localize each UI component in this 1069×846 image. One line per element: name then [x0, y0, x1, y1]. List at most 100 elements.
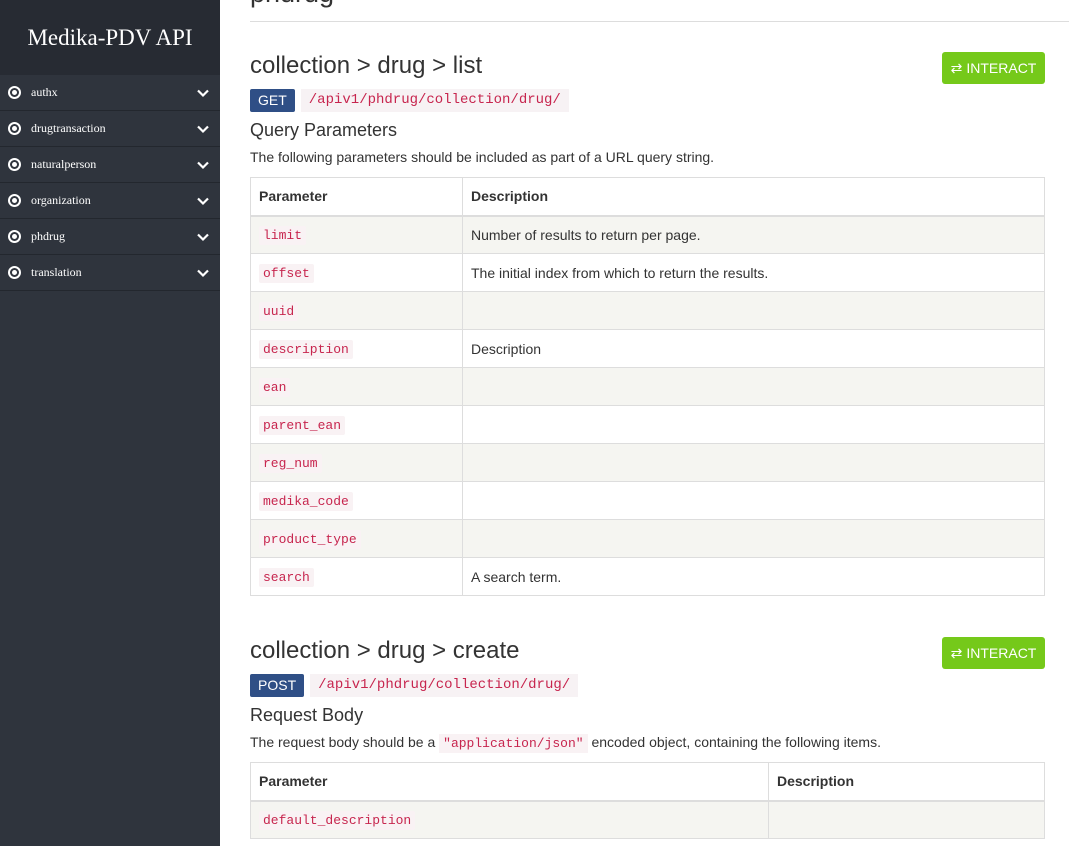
param-cell: description: [250, 329, 463, 368]
param-cell: reg_num: [250, 443, 463, 482]
endpoint-path: /apiv1/phdrug/collection/drug/: [300, 88, 569, 112]
param-name: default_description: [259, 811, 416, 831]
method-badge: POST: [250, 673, 305, 697]
table-row: product_type: [250, 519, 1045, 558]
param-description: [768, 800, 1045, 839]
param-description: The initial index from which to return t…: [462, 253, 1045, 292]
table-header-row: Parameter Description: [250, 177, 1045, 217]
param-description: [462, 519, 1045, 558]
param-name: reg_num: [259, 454, 322, 473]
table-row: limit Number of results to return per pag…: [250, 215, 1045, 254]
desc-text: encoded object, containing the following…: [591, 734, 881, 750]
sidebar-nav: authx drugtransaction naturalperson organiz…: [0, 75, 220, 291]
chevron-down-icon: [197, 233, 209, 241]
radio-icon: [8, 86, 21, 99]
method-badge: GET: [250, 88, 295, 112]
desc-text: The request body should be a: [250, 734, 436, 750]
radio-icon: [8, 230, 21, 243]
chevron-down-icon: [197, 161, 209, 169]
param-description: Number of results to return per page.: [462, 215, 1045, 254]
param-description: [462, 405, 1045, 444]
sidebar: Medika-PDV API authx drugtransaction natur…: [0, 0, 220, 846]
param-name: parent_ean: [259, 416, 346, 435]
param-description: Description: [462, 329, 1045, 368]
swap-icon: ⇄: [950, 644, 963, 661]
sidebar-item-label: authx: [31, 85, 58, 99]
param-name: medika_code: [259, 492, 353, 511]
sidebar-item-phdrug[interactable]: phdrug: [0, 219, 220, 255]
swap-icon: ⇄: [950, 59, 963, 76]
sidebar-item-label: naturalperson: [31, 157, 97, 171]
table-row: reg_num: [250, 443, 1045, 482]
param-cell: medika_code: [250, 481, 463, 520]
params-description: The request body should be a "applicatio…: [250, 732, 1045, 753]
radio-icon: [8, 194, 21, 207]
param-description: [462, 481, 1045, 520]
params-heading: Query Parameters: [250, 120, 398, 140]
radio-icon: [8, 266, 21, 279]
params-table: Parameter Description limit Number of res…: [250, 177, 1045, 596]
column-header: Parameter: [250, 177, 463, 217]
param-name: search: [259, 568, 314, 587]
interact-button[interactable]: ⇄ INTERACT: [942, 637, 1045, 669]
sidebar-item-translation[interactable]: translation: [0, 255, 220, 291]
table-header-row: Parameter Description: [250, 762, 1045, 802]
params-table: Parameter Description default_descriptio…: [250, 762, 1045, 839]
param-name: offset: [259, 264, 314, 283]
param-cell: uuid: [250, 291, 463, 330]
sidebar-item-drugtransaction[interactable]: drugtransaction: [0, 111, 220, 147]
table-row: search A search term.: [250, 557, 1045, 596]
chevron-down-icon: [197, 269, 209, 277]
params-description: The following parameters should be inclu…: [250, 149, 715, 165]
interact-label: INTERACT: [966, 60, 1037, 76]
brand-title[interactable]: Medika-PDV API: [0, 0, 220, 75]
column-header: Description: [768, 762, 1045, 802]
param-cell: limit: [250, 215, 463, 254]
param-name: limit: [259, 226, 307, 246]
param-description: [462, 367, 1045, 406]
sidebar-item-label: phdrug: [31, 229, 65, 243]
section-title: phdrug: [250, 0, 334, 9]
interact-button[interactable]: ⇄ INTERACT: [942, 52, 1045, 84]
table-row: description Description: [250, 329, 1045, 368]
radio-icon: [8, 158, 21, 171]
table-row: medika_code: [250, 481, 1045, 520]
endpoint-drug-create: collection > drug > create ⇄ INTERACT PO…: [250, 637, 1045, 839]
interact-label: INTERACT: [966, 645, 1037, 661]
sidebar-item-naturalperson[interactable]: naturalperson: [0, 147, 220, 183]
table-row: parent_ean: [250, 405, 1045, 444]
radio-icon: [8, 122, 21, 135]
table-row: offset The initial index from which to re…: [250, 253, 1045, 292]
chevron-down-icon: [197, 89, 209, 97]
table-row: uuid: [250, 291, 1045, 330]
param-name: description: [259, 340, 353, 359]
sidebar-item-organization[interactable]: organization: [0, 183, 220, 219]
param-description: [462, 291, 1045, 330]
sidebar-item-label: drugtransaction: [31, 121, 106, 135]
param-cell: default_description: [250, 800, 769, 839]
endpoint-title: collection > drug > list: [250, 52, 483, 79]
chevron-down-icon: [197, 197, 209, 205]
sidebar-item-authx[interactable]: authx: [0, 75, 220, 111]
param-name: ean: [259, 378, 291, 397]
sidebar-item-label: translation: [31, 265, 82, 279]
content-type-code: "application/json": [439, 734, 588, 753]
param-cell: ean: [250, 367, 463, 406]
sidebar-item-label: organization: [31, 193, 91, 207]
param-cell: product_type: [250, 519, 463, 558]
params-heading: Request Body: [250, 705, 364, 725]
param-cell: parent_ean: [250, 405, 463, 444]
column-header: Description: [462, 177, 1045, 217]
table-row: default_description: [250, 800, 1045, 839]
chevron-down-icon: [197, 125, 209, 133]
table-row: ean: [250, 367, 1045, 406]
divider: [250, 21, 1069, 22]
param-cell: search: [250, 557, 463, 596]
param-description: [462, 443, 1045, 482]
param-name: product_type: [259, 530, 361, 549]
endpoint-title: collection > drug > create: [250, 637, 520, 664]
param-description: A search term.: [462, 557, 1045, 596]
param-name: uuid: [259, 302, 299, 321]
endpoint-drug-list: collection > drug > list ⇄ INTERACT GET …: [250, 52, 1045, 596]
column-header: Parameter: [250, 762, 769, 802]
